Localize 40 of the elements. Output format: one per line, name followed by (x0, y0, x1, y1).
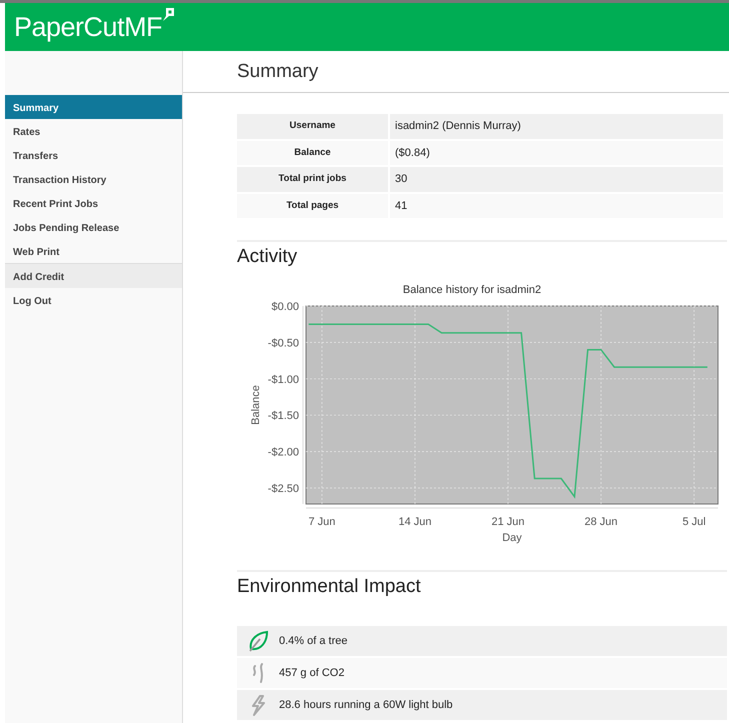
sidebar-item[interactable]: Transfers (5, 143, 182, 167)
x-tick-label: 5 Jul (682, 516, 706, 528)
field-value: 41 (390, 194, 723, 218)
sidebar-item[interactable]: Web Print (5, 239, 182, 263)
leaf-icon (247, 630, 269, 652)
field-label: Total print jobs (237, 167, 388, 192)
y-tick-label: -$1.00 (268, 374, 299, 386)
impact-text: 0.4% of a tree (279, 634, 348, 649)
y-tick-label: -$1.50 (268, 410, 299, 422)
sidebar-item[interactable]: Transaction History (5, 167, 182, 191)
impact-text: 28.6 hours running a 60W light bulb (279, 698, 453, 713)
y-tick-label: -$2.50 (268, 482, 299, 495)
y-axis-label: Balance (250, 385, 262, 425)
field-label: Balance (237, 140, 388, 165)
sidebar-item[interactable]: Add Credit (5, 264, 182, 288)
field-value: isadmin2 (Dennis Murray) (390, 114, 723, 138)
sidebar-item[interactable]: Log Out (5, 288, 182, 312)
x-tick-label: 7 Jun (308, 516, 336, 528)
sidebar-item[interactable]: Recent Print Jobs (5, 191, 182, 215)
section-title: Activity (237, 240, 727, 280)
x-axis-label: Day (502, 532, 522, 544)
field-label: Username (237, 114, 388, 138)
chart-title: Balance history for isadmin2 (402, 284, 542, 296)
y-tick-label: $0.00 (271, 301, 299, 313)
sidebar-item[interactable]: Jobs Pending Release (5, 215, 182, 239)
field-value: 30 (390, 167, 723, 192)
x-tick-label: 14 Jun (398, 516, 432, 528)
y-tick-label: -$2.00 (268, 446, 299, 459)
impact-text: 457 g of CO2 (279, 666, 344, 681)
logo: PaperCutMF (14, 14, 162, 40)
section-title: Environmental Impact (237, 570, 727, 610)
field-value: ($0.84) (390, 140, 723, 165)
field-label: Total pages (237, 194, 388, 218)
sidebar-item[interactable]: Summary (5, 95, 182, 119)
y-tick-label: -$0.50 (268, 337, 299, 350)
x-tick-label: 28 Jun (584, 516, 618, 528)
sidebar-item[interactable]: Rates (5, 119, 182, 143)
page-title: Summary (183, 51, 729, 93)
logo-icon (163, 8, 176, 22)
x-tick-label: 21 Jun (492, 516, 525, 528)
